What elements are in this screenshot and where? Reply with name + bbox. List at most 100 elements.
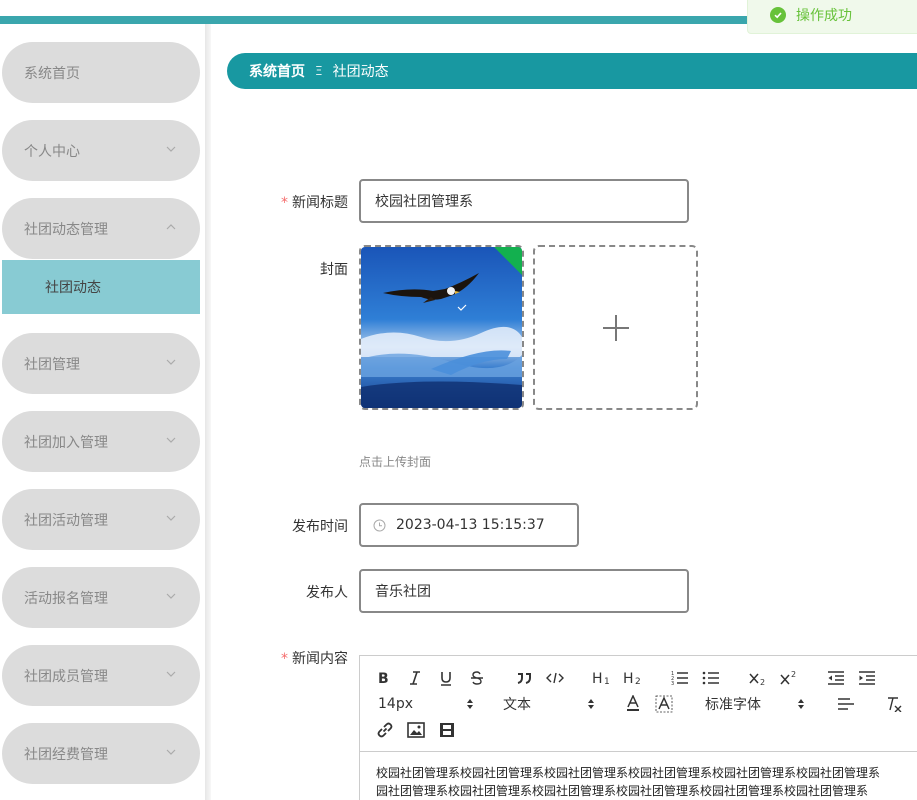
font-size-select[interactable]: 14px bbox=[378, 694, 474, 714]
clear-format-icon[interactable] bbox=[885, 694, 903, 714]
time-label: 发布时间 bbox=[228, 516, 348, 536]
sidebar-item-funds-management[interactable]: 社团经费管理 bbox=[2, 723, 200, 784]
sidebar-item-label: 个人中心 bbox=[24, 143, 80, 160]
required-mark: * bbox=[281, 195, 288, 211]
publish-time-picker[interactable]: 2023-04-13 15:15:37 bbox=[359, 503, 579, 547]
sidebar-item-home[interactable]: 系统首页 bbox=[2, 42, 200, 103]
title-label-text: 新闻标题 bbox=[292, 195, 348, 211]
content-label: * 新闻内容 bbox=[228, 648, 348, 668]
image-icon[interactable] bbox=[407, 720, 425, 740]
sidebar-item-news-management[interactable]: 社团动态管理 bbox=[2, 198, 200, 259]
breadcrumb: 系统首页 Ξ 社团动态 bbox=[227, 53, 917, 89]
title-label: * 新闻标题 bbox=[228, 192, 348, 212]
success-toast: 操作成功 bbox=[747, 0, 917, 34]
italic-icon[interactable] bbox=[407, 668, 423, 688]
select-arrows-icon bbox=[798, 699, 804, 709]
heading2-icon[interactable]: H2 bbox=[623, 668, 645, 688]
sidebar-item-join-management[interactable]: 社团加入管理 bbox=[2, 411, 200, 472]
chevron-up-icon bbox=[166, 224, 176, 230]
cover-label: 封面 bbox=[228, 259, 348, 279]
sidebar-item-personal-center[interactable]: 个人中心 bbox=[2, 120, 200, 181]
svg-text:2: 2 bbox=[760, 678, 765, 686]
content-label-text: 新闻内容 bbox=[292, 651, 348, 667]
sidebar-item-label: 系统首页 bbox=[24, 65, 80, 82]
publisher-label: 发布人 bbox=[228, 582, 348, 602]
sidebar-item-label: 社团动态管理 bbox=[24, 221, 108, 238]
breadcrumb-separator: Ξ bbox=[315, 64, 323, 78]
chevron-down-icon bbox=[166, 437, 176, 443]
svg-text:H: H bbox=[592, 671, 603, 686]
sidebar-item-signup-management[interactable]: 活动报名管理 bbox=[2, 567, 200, 628]
code-icon[interactable] bbox=[546, 668, 564, 688]
sidebar-item-label: 社团加入管理 bbox=[24, 434, 108, 451]
title-input[interactable]: 校园社团管理系 bbox=[359, 179, 689, 223]
select-arrows-icon bbox=[588, 699, 594, 709]
superscript-icon[interactable]: 2 bbox=[780, 668, 800, 688]
chevron-down-icon bbox=[166, 593, 176, 599]
breadcrumb-current: 社团动态 bbox=[332, 64, 389, 80]
bullet-list-icon[interactable] bbox=[702, 668, 720, 688]
eagle-sky-image bbox=[361, 247, 522, 408]
editor-toolbar: B H1 H2 123 2 2 14px 文本 标准字体 bbox=[360, 656, 917, 752]
background-color-icon[interactable] bbox=[655, 694, 673, 714]
editor-content-line: 校园社团管理系校园社团管理系校园社团管理系校园社团管理系校园社团管理系校园社团管… bbox=[376, 766, 881, 780]
plus-icon bbox=[602, 314, 629, 341]
chevron-down-icon bbox=[166, 515, 176, 521]
sidebar-item-club-management[interactable]: 社团管理 bbox=[2, 333, 200, 394]
indent-icon[interactable] bbox=[858, 668, 876, 688]
sidebar-divider bbox=[205, 24, 211, 800]
required-mark: * bbox=[281, 651, 288, 667]
cover-thumbnail[interactable] bbox=[359, 245, 524, 410]
publisher-label-text: 发布人 bbox=[306, 585, 348, 601]
chevron-down-icon bbox=[166, 749, 176, 755]
editor-content[interactable]: 校园社团管理系校园社团管理系校园社团管理系校园社团管理系校园社团管理系校园社团管… bbox=[360, 752, 917, 800]
heading1-icon[interactable]: H1 bbox=[592, 668, 614, 688]
svg-text:2: 2 bbox=[791, 670, 796, 679]
chevron-down-icon bbox=[166, 359, 176, 365]
subscript-icon[interactable]: 2 bbox=[749, 668, 769, 688]
svg-text:B: B bbox=[378, 671, 389, 686]
bold-icon[interactable]: B bbox=[376, 668, 392, 688]
toast-message: 操作成功 bbox=[796, 8, 852, 24]
strikethrough-icon[interactable] bbox=[469, 668, 485, 688]
align-icon[interactable] bbox=[837, 694, 855, 714]
sidebar-item-activity-management[interactable]: 社团活动管理 bbox=[2, 489, 200, 550]
sidebar-item-label: 社团管理 bbox=[24, 356, 80, 373]
svg-text:1: 1 bbox=[604, 677, 610, 686]
block-type-select[interactable]: 文本 bbox=[503, 694, 595, 714]
link-icon[interactable] bbox=[376, 720, 394, 740]
time-label-text: 发布时间 bbox=[292, 519, 348, 535]
chevron-down-icon bbox=[166, 671, 176, 677]
publisher-input[interactable]: 音乐社团 bbox=[359, 569, 689, 613]
blockquote-icon[interactable] bbox=[515, 668, 533, 688]
rich-text-editor[interactable]: B H1 H2 123 2 2 14px 文本 标准字体 校园社团管理系校园社团… bbox=[359, 655, 917, 800]
svg-text:3: 3 bbox=[671, 681, 674, 686]
underline-icon[interactable] bbox=[438, 668, 454, 688]
sidebar-item-label: 社团成员管理 bbox=[24, 668, 108, 685]
sidebar-item-label: 社团活动管理 bbox=[24, 512, 108, 529]
title-input-value: 校园社团管理系 bbox=[375, 194, 473, 210]
font-color-icon[interactable] bbox=[625, 694, 641, 714]
sidebar-item-label: 社团经费管理 bbox=[24, 746, 108, 763]
breadcrumb-home[interactable]: 系统首页 bbox=[249, 61, 305, 81]
chevron-down-icon bbox=[166, 146, 176, 152]
cover-label-text: 封面 bbox=[320, 262, 348, 278]
editor-content-line: 园社团管理系校园社团管理系校园社团管理系校园社团管理系校园社团管理系校园社团管理… bbox=[376, 784, 869, 798]
select-arrows-icon bbox=[467, 699, 473, 709]
svg-text:2: 2 bbox=[635, 677, 641, 686]
publisher-input-value: 音乐社团 bbox=[375, 584, 431, 600]
video-icon[interactable] bbox=[438, 720, 456, 740]
ordered-list-icon[interactable]: 123 bbox=[671, 668, 689, 688]
sidebar-item-label: 活动报名管理 bbox=[24, 590, 108, 607]
cover-upload-hint: 点击上传封面 bbox=[359, 455, 432, 469]
outdent-icon[interactable] bbox=[827, 668, 845, 688]
publish-time-value: 2023-04-13 15:15:37 bbox=[396, 517, 545, 533]
sidebar-subitem-news[interactable]: 社团动态 bbox=[2, 260, 200, 314]
cover-upload-button[interactable] bbox=[533, 245, 698, 410]
sidebar-item-member-management[interactable]: 社团成员管理 bbox=[2, 645, 200, 706]
check-circle-icon bbox=[770, 7, 786, 23]
clock-icon bbox=[373, 519, 386, 531]
font-family-value: 标准字体 bbox=[705, 697, 761, 713]
font-family-select[interactable]: 标准字体 bbox=[705, 694, 805, 714]
font-size-value: 14px bbox=[378, 696, 413, 712]
